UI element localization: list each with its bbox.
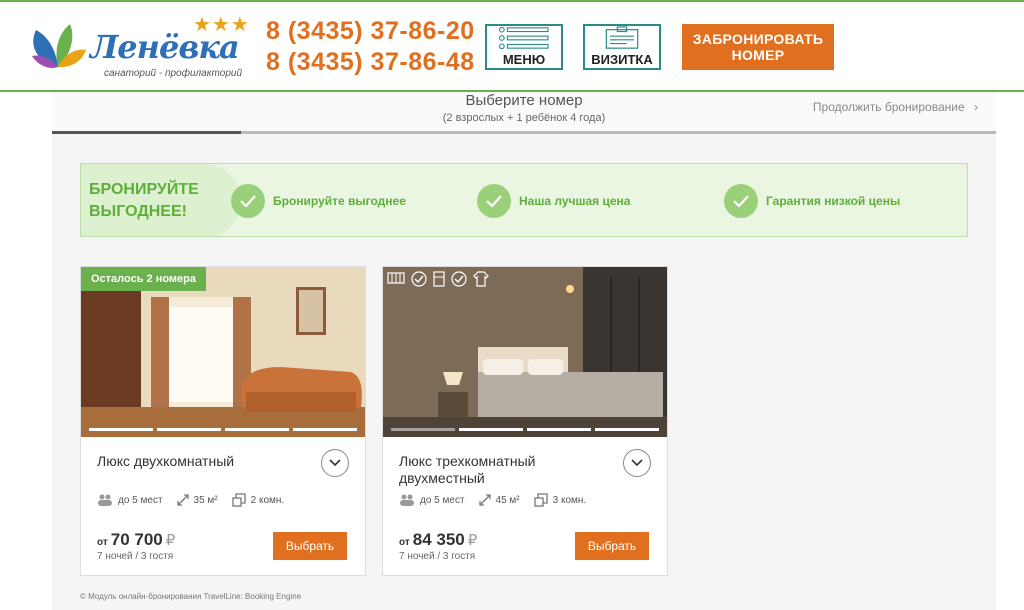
photo-pager-dot[interactable] — [293, 428, 357, 431]
room-specs: до 5 мест 35 м² 2 комн. — [97, 493, 284, 507]
business-card-button[interactable]: ВИЗИТКА — [583, 24, 661, 70]
promo-title-block: БРОНИРУЙТЕ ВЫГОДНЕЕ! — [81, 164, 241, 236]
booking-module: Выберите номер (2 взрослых + 1 ребёнок 4… — [52, 92, 996, 610]
page: ★★★ Ленёвка санаторий - профилакторий 8 … — [0, 0, 1024, 610]
logo-name: Ленёвка — [90, 28, 240, 66]
amenity-icons — [387, 271, 489, 287]
availability-badge: Осталось 2 номера — [81, 267, 207, 291]
promo-item-label: Гарантия низкой цены — [766, 194, 901, 208]
phone-number-1[interactable]: 8 (3435) 37-86-20 — [266, 16, 475, 47]
room-count: 2 комн. — [250, 494, 285, 506]
business-card-button-label: ВИЗИТКА — [591, 52, 653, 67]
room-count: 3 комн. — [552, 494, 587, 506]
price-from: от — [97, 537, 108, 548]
select-room-button[interactable]: Выбрать — [273, 532, 347, 560]
select-room-button[interactable]: Выбрать — [575, 532, 649, 560]
expand-details-button[interactable] — [321, 449, 349, 477]
radiator-icon — [387, 272, 405, 284]
room-card: Осталось 2 номера Люкс двухкомнатный до … — [80, 266, 366, 576]
photo-pager-dot[interactable] — [157, 428, 221, 431]
photo-pager — [391, 428, 659, 431]
footer-credit[interactable]: © Модуль онлайн-бронирования TravelLine:… — [80, 592, 301, 601]
logo[interactable]: ★★★ Ленёвка санаторий - профилакторий — [28, 14, 249, 84]
business-card-icon — [605, 26, 639, 49]
check-circle-icon — [451, 271, 467, 287]
logo-subtitle: санаторий - профилакторий — [104, 68, 243, 79]
rooms-count-icon — [231, 493, 246, 507]
price-block: от 70 700 ₽ 7 ночей / 3 гостя — [97, 530, 175, 562]
room-photo-image — [81, 267, 365, 437]
room-area: 35 м² — [193, 494, 218, 506]
check-circle-icon — [411, 271, 427, 287]
room-guests: до 5 мест — [118, 494, 163, 506]
photo-pager-dot[interactable] — [89, 428, 153, 431]
photo-pager — [89, 428, 357, 431]
promo-item-label: Наша лучшая цена — [519, 194, 631, 208]
room-area: 45 м² — [495, 494, 520, 506]
room-specs: до 5 мест 45 м² 3 комн. — [399, 493, 586, 507]
step-progress-bar — [52, 131, 996, 134]
site-header: ★★★ Ленёвка санаторий - профилакторий 8 … — [0, 0, 1024, 92]
continue-booking-label: Продолжить бронирование — [812, 100, 965, 114]
area-icon — [176, 494, 189, 506]
price-value: 70 700 — [110, 530, 163, 549]
photo-pager-dot[interactable] — [225, 428, 289, 431]
currency-symbol: ₽ — [165, 532, 176, 549]
rooms-count-icon — [533, 493, 548, 507]
phone-numbers: 8 (3435) 37-86-20 8 (3435) 37-86-48 — [266, 16, 475, 78]
fridge-icon — [433, 271, 445, 287]
promo-title-line1: БРОНИРУЙТЕ — [89, 181, 199, 198]
price-from: от — [399, 537, 410, 548]
step-progress-fill — [52, 131, 241, 134]
area-icon — [478, 494, 491, 506]
promo-item: Гарантия низкой цены — [724, 184, 900, 218]
price-value: 84 350 — [412, 530, 465, 549]
leaf-logo-icon — [32, 24, 86, 68]
check-icon — [724, 184, 758, 218]
price-nights: 7 ночей / 3 гостя — [97, 551, 174, 562]
chevron-down-icon — [329, 459, 341, 467]
menu-button[interactable]: МЕНЮ — [485, 24, 563, 70]
room-photo[interactable] — [383, 267, 667, 437]
promo-item: Бронируйте выгоднее — [231, 184, 406, 218]
book-room-label-line1: ЗАБРОНИРОВАТЬ — [692, 31, 824, 47]
price-nights: 7 ночей / 3 гостя — [399, 551, 476, 562]
price-block: от 84 350 ₽ 7 ночей / 3 гостя — [399, 530, 477, 562]
room-photo-image — [383, 267, 667, 437]
book-room-label-line2: НОМЕР — [731, 47, 785, 63]
guests-icon — [98, 494, 112, 506]
book-room-button[interactable]: ЗАБРОНИРОВАТЬ НОМЕР — [682, 24, 834, 70]
guests-icon — [400, 494, 414, 506]
photo-pager-dot[interactable] — [391, 428, 455, 431]
expand-details-button[interactable] — [623, 449, 651, 477]
menu-list-icon — [498, 26, 549, 50]
promo-item-label: Бронируйте выгоднее — [273, 194, 406, 208]
currency-symbol: ₽ — [467, 532, 478, 549]
check-icon — [231, 184, 265, 218]
photo-pager-dot[interactable] — [595, 428, 659, 431]
photo-pager-dot[interactable] — [527, 428, 591, 431]
room-name[interactable]: Люкс трехкомнатный двухместный — [399, 453, 609, 487]
promo-item: Наша лучшая цена — [477, 184, 630, 218]
promo-banner: БРОНИРУЙТЕ ВЫГОДНЕЕ! Бронируйте выгоднее… — [80, 163, 968, 237]
room-card: Люкс трехкомнатный двухместный до 5 мест… — [382, 266, 668, 576]
step-bar: Выберите номер (2 взрослых + 1 ребёнок 4… — [52, 92, 996, 134]
promo-title-line2: ВЫГОДНЕЕ! — [89, 203, 187, 220]
photo-pager-dot[interactable] — [459, 428, 523, 431]
room-guests: до 5 мест — [420, 494, 465, 506]
chevron-down-icon — [631, 459, 643, 467]
room-photo[interactable]: Осталось 2 номера — [81, 267, 365, 437]
chevron-right-icon: › — [974, 100, 978, 114]
continue-booking-link[interactable]: Продолжить бронирование › — [813, 100, 978, 114]
check-icon — [477, 184, 511, 218]
bathrobe-icon — [473, 271, 489, 287]
room-name[interactable]: Люкс двухкомнатный — [97, 453, 307, 470]
menu-button-label: МЕНЮ — [502, 52, 546, 67]
phone-number-2[interactable]: 8 (3435) 37-86-48 — [266, 47, 475, 78]
